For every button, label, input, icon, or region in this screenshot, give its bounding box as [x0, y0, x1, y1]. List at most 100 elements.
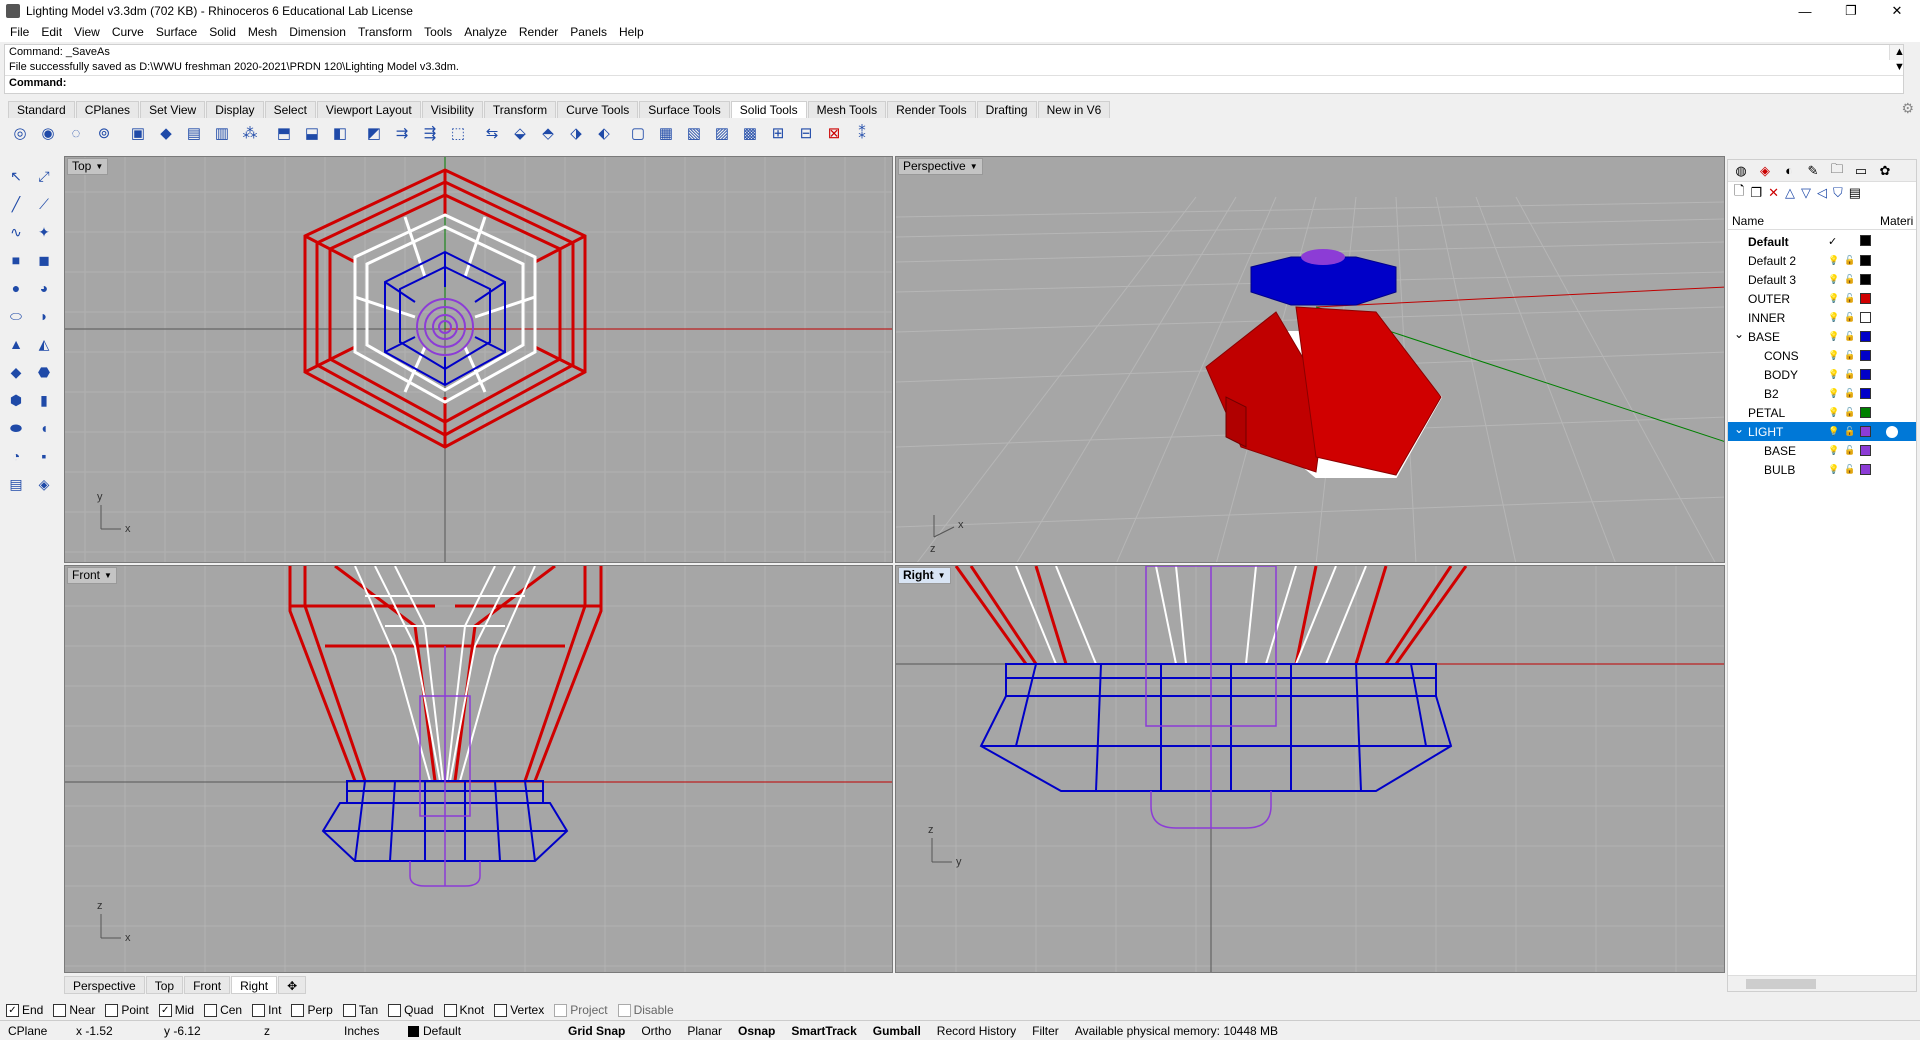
merge-edge-icon[interactable]: ▨ [710, 121, 734, 145]
viewport-label-perspective[interactable]: Perspective ▼ [898, 158, 983, 175]
tab-solid-tools[interactable]: Solid Tools [730, 101, 807, 118]
layer-name[interactable]: B2 [1764, 387, 1779, 401]
ellipse-icon[interactable]: ⬬ [4, 416, 28, 440]
layer-row[interactable]: ⌄ BASE 💡 🔓 [1728, 327, 1916, 346]
circle-icon[interactable]: ✦ [32, 220, 56, 244]
visibility-bulb-icon[interactable]: 💡 [1828, 331, 1840, 342]
viewport-label-top[interactable]: Top ▼ [67, 158, 109, 175]
osnap-vertex[interactable]: Vertex [494, 1003, 544, 1017]
panel-scrollbar[interactable] [1728, 975, 1916, 991]
truncated-cone-icon[interactable]: ◆ [4, 360, 28, 384]
box-corner-icon[interactable]: ◼ [32, 248, 56, 272]
split-edge-icon[interactable]: ▧ [682, 121, 706, 145]
lock-icon[interactable]: 🔓 [1844, 464, 1856, 475]
menu-file[interactable]: File [4, 25, 35, 39]
layer-color-swatch[interactable] [1860, 445, 1871, 456]
visibility-bulb-icon[interactable]: 💡 [1828, 255, 1840, 266]
osnap-point[interactable]: Point [105, 1003, 149, 1017]
create-solid-icon[interactable]: ⬖ [592, 121, 616, 145]
shell-icon[interactable]: ▤ [182, 121, 206, 145]
tab-drafting[interactable]: Drafting [976, 101, 1037, 118]
visibility-bulb-icon[interactable]: 💡 [1828, 369, 1840, 380]
render-icon[interactable]: ◈ [32, 472, 56, 496]
checkbox[interactable] [494, 1003, 508, 1017]
viewport-right[interactable]: y z Right ▼ [895, 565, 1725, 973]
checkbox[interactable] [291, 1003, 305, 1017]
osnap-tan[interactable]: Tan [342, 1003, 378, 1017]
layer-color-swatch[interactable] [1860, 407, 1871, 418]
layer-row[interactable]: Default 2 💡 🔓 [1728, 251, 1916, 270]
filter-icon[interactable]: ⛉ [1833, 185, 1843, 201]
menu-surface[interactable]: Surface [150, 25, 203, 39]
lock-icon[interactable]: 🔓 [1844, 312, 1856, 323]
osnap-near[interactable]: Near [53, 1003, 95, 1017]
display-tab-icon[interactable]: ▭ [1852, 162, 1870, 180]
layer-color-swatch[interactable] [1860, 464, 1871, 475]
command-scrollbar[interactable]: ▲ ▼ [1889, 45, 1905, 73]
layer-name[interactable]: BASE [1764, 444, 1796, 458]
viewport-perspective[interactable]: x z Perspective ▼ [895, 156, 1725, 563]
gumball-toggle[interactable]: Gumball [865, 1024, 929, 1038]
layer-row[interactable]: BODY 💡 🔓 [1728, 365, 1916, 384]
close-button[interactable]: ✕ [1874, 0, 1920, 22]
lock-icon[interactable]: 🔓 [1844, 293, 1856, 304]
polyline-icon[interactable]: ⟋ [32, 192, 56, 216]
viewport-top[interactable]: x y Top ▼ [64, 156, 893, 563]
layer-row[interactable]: BASE 💡 🔓 [1728, 441, 1916, 460]
minimize-button[interactable]: — [1782, 0, 1828, 22]
layer-color-swatch[interactable] [1860, 388, 1871, 399]
material-icon[interactable] [1886, 425, 1898, 438]
layer-color-swatch[interactable] [1860, 235, 1871, 246]
checkbox[interactable] [105, 1003, 119, 1017]
layer-color-swatch[interactable] [1860, 350, 1871, 361]
lock-icon[interactable]: 🔓 [1844, 407, 1856, 418]
viewport-label-front[interactable]: Front ▼ [67, 567, 117, 584]
layer-options-icon[interactable]: ▤ [1849, 185, 1861, 201]
menu-mesh[interactable]: Mesh [242, 25, 283, 39]
osnap-project[interactable]: Project [554, 1003, 608, 1017]
help-tab-icon[interactable]: ✿ [1876, 162, 1894, 180]
library-tab-icon[interactable]: 🗀 [1828, 161, 1846, 180]
paraboloid-icon[interactable]: ◗ [32, 304, 56, 328]
cone-icon[interactable]: ▲ [4, 332, 28, 356]
checkbox[interactable] [388, 1003, 402, 1017]
visibility-bulb-icon[interactable]: 💡 [1828, 312, 1840, 323]
layer-name[interactable]: BULB [1764, 463, 1795, 477]
layer-name[interactable]: Default 3 [1748, 273, 1796, 287]
menu-tools[interactable]: Tools [418, 25, 458, 39]
gear-icon[interactable]: ⚙ [1901, 100, 1914, 117]
layer-name[interactable]: PETAL [1748, 406, 1785, 420]
materials-tab-icon[interactable]: ✎ [1804, 162, 1822, 180]
visibility-bulb-icon[interactable]: 💡 [1828, 407, 1840, 418]
checkbox[interactable] [554, 1003, 568, 1017]
delete-layer-icon[interactable]: ✕ [1768, 185, 1779, 201]
checkbox[interactable] [204, 1003, 218, 1017]
pipe-icon[interactable]: ▮ [32, 388, 56, 412]
layer-color-swatch[interactable] [1860, 293, 1871, 304]
extrude-icon[interactable]: ▪ [32, 444, 56, 468]
curve-icon[interactable]: ∿ [4, 220, 28, 244]
visibility-bulb-icon[interactable]: 💡 [1828, 350, 1840, 361]
render-tab-icon[interactable]: ◐ [1780, 162, 1798, 180]
viewport-tab-top[interactable]: Top [145, 976, 184, 994]
layer-name[interactable]: BODY [1764, 368, 1798, 382]
layer-row[interactable]: CONS 💡 🔓 [1728, 346, 1916, 365]
layer-name[interactable]: Default 2 [1748, 254, 1796, 268]
visibility-bulb-icon[interactable]: 💡 [1828, 293, 1840, 304]
menu-panels[interactable]: Panels [564, 25, 613, 39]
viewport-front[interactable]: x z Front ▼ [64, 565, 893, 973]
cylinder-icon[interactable]: ⬣ [32, 360, 56, 384]
menu-view[interactable]: View [68, 25, 106, 39]
tab-select[interactable]: Select [264, 101, 316, 118]
move-face-icon[interactable]: ⬒ [272, 121, 296, 145]
check-icon[interactable]: ▢ [626, 121, 650, 145]
lock-icon[interactable]: 🔓 [1844, 331, 1856, 342]
ellipsoid-icon[interactable]: ◕ [32, 276, 56, 300]
tab-set-view[interactable]: Set View [140, 101, 206, 118]
box-icon[interactable]: ■ [4, 248, 28, 272]
move-edge-icon[interactable]: ⬓ [300, 121, 324, 145]
layer-name[interactable]: LIGHT [1748, 425, 1783, 439]
layer-name[interactable]: BASE [1748, 330, 1780, 344]
dome-icon[interactable]: ◖ [32, 416, 56, 440]
viewport-label-right[interactable]: Right ▼ [898, 567, 951, 584]
